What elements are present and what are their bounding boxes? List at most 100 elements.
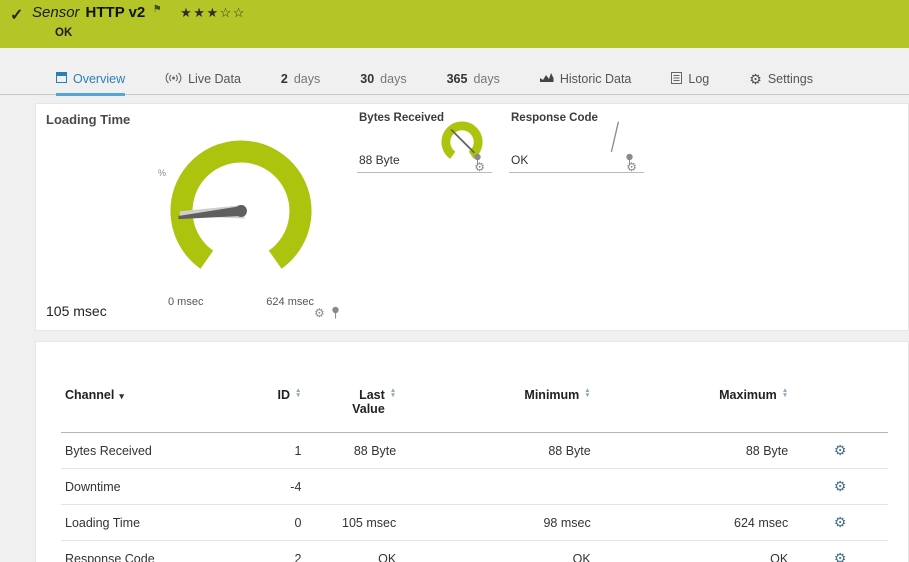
column-header-channel[interactable]: Channel▾	[61, 380, 246, 433]
gauge-footer-icons: ⚙	[474, 161, 490, 173]
channel-id: 1	[246, 433, 306, 469]
tab-historic-data[interactable]: Historic Data	[540, 64, 632, 94]
log-icon	[671, 72, 682, 87]
gauge-pin-icon[interactable]	[331, 306, 340, 319]
gauge-footer-icons: ⚙	[626, 161, 642, 173]
sensor-title-row: Sensor HTTP v2 ⚑ ★★★☆☆	[32, 4, 246, 22]
sort-icon: ▲▼	[782, 388, 788, 398]
sensor-title-prefix: Sensor	[32, 4, 80, 21]
channel-maximum	[595, 469, 793, 505]
channel-minimum: 98 msec	[400, 505, 595, 541]
tab-live-data[interactable]: Live Data	[165, 64, 241, 94]
table-header-row: Channel▾ ID ▲▼ Last Value ▲▼ Minimum ▲▼ Max…	[61, 380, 888, 433]
channels-table: Channel▾ ID ▲▼ Last Value ▲▼ Minimum ▲▼ Max…	[61, 380, 888, 562]
channel-settings-icon[interactable]: ⚙	[834, 550, 847, 562]
tab-365-days[interactable]: 365 days	[447, 64, 500, 94]
gauge-body: 88 Byte ⚙	[349, 124, 496, 170]
gauge-settings-icon[interactable]: ⚙	[314, 307, 325, 319]
gauge-body: OK ⚙	[501, 124, 648, 170]
status-ok-check-icon: ✓	[10, 5, 23, 25]
channel-last-value: 88 Byte	[305, 433, 400, 469]
loading-time-gauge	[156, 126, 326, 296]
channel-maximum: 624 msec	[595, 505, 793, 541]
column-header-id[interactable]: ID ▲▼	[246, 380, 306, 433]
column-header-maximum[interactable]: Maximum ▲▼	[595, 380, 793, 433]
sensor-header: ✓ Sensor HTTP v2 ⚑ ★★★☆☆ OK	[0, 0, 909, 48]
table-row: Downtime -4 ⚙	[61, 469, 888, 505]
column-header-actions	[792, 380, 888, 433]
channel-id: -4	[246, 469, 306, 505]
channel-last-value	[305, 469, 400, 505]
live-data-icon	[165, 72, 182, 87]
caret-down-icon: ▾	[119, 391, 124, 401]
channel-name[interactable]: Downtime	[61, 469, 246, 505]
tab-unit: days	[473, 72, 499, 86]
column-header-last-value[interactable]: Last Value ▲▼	[305, 380, 400, 433]
tab-overview[interactable]: Overview	[56, 64, 125, 96]
card-divider	[357, 172, 492, 173]
flag-icon[interactable]: ⚑	[153, 4, 162, 15]
bytes-received-value: 88 Byte	[359, 153, 400, 167]
channel-minimum: 88 Byte	[400, 433, 595, 469]
channel-last-value: 105 msec	[305, 505, 400, 541]
tab-number: 30	[360, 72, 374, 86]
channel-name[interactable]: Loading Time	[61, 505, 246, 541]
tab-settings[interactable]: ⚙ Settings	[749, 64, 813, 94]
sort-icon: ▲▼	[584, 388, 590, 398]
historic-data-icon	[540, 72, 554, 86]
tab-number: 2	[281, 72, 288, 86]
column-label: Minimum	[524, 388, 579, 402]
gauge-scale-min: 0 msec	[168, 296, 203, 308]
gauge-scale-max: 624 msec	[266, 296, 314, 308]
table-row: Response Code 2 OK OK OK ⚙	[61, 541, 888, 562]
column-label: Last Value	[345, 388, 385, 416]
tab-2-days[interactable]: 2 days	[281, 64, 320, 94]
channel-id: 0	[246, 505, 306, 541]
response-code-gauge-card: Response Code OK ⚙	[501, 112, 648, 173]
tab-bar: Overview Live Data 2 days 30 days 365 da…	[0, 64, 909, 95]
sort-icon: ▲▼	[295, 388, 301, 398]
column-header-minimum[interactable]: Minimum ▲▼	[400, 380, 595, 433]
channel-minimum: OK	[400, 541, 595, 562]
tab-label: Overview	[73, 72, 125, 86]
sensor-title: HTTP v2	[86, 4, 146, 21]
card-divider	[509, 172, 644, 173]
gauge-footer-icons: ⚙	[314, 306, 340, 319]
channel-last-value: OK	[305, 541, 400, 562]
settings-gear-icon: ⚙	[749, 72, 762, 86]
tab-label: Live Data	[188, 72, 241, 86]
sensor-status-badge: OK	[55, 27, 72, 39]
loading-time-value: 105 msec	[46, 303, 107, 319]
channel-id: 2	[246, 541, 306, 562]
table-row: Bytes Received 1 88 Byte 88 Byte 88 Byte…	[61, 433, 888, 469]
channel-settings-icon[interactable]: ⚙	[834, 514, 847, 530]
channel-minimum	[400, 469, 595, 505]
loading-time-gauge-section: Loading Time % 0 msec 624 msec 105 msec …	[36, 104, 381, 330]
channels-table-panel: Channel▾ ID ▲▼ Last Value ▲▼ Minimum ▲▼ Max…	[35, 341, 909, 562]
column-label: Maximum	[719, 388, 777, 402]
overview-icon	[56, 72, 67, 86]
gauge-scale: 0 msec 624 msec	[156, 296, 326, 308]
tab-30-days[interactable]: 30 days	[360, 64, 406, 94]
sort-icon: ▲▼	[390, 388, 396, 398]
tab-unit: days	[294, 72, 320, 86]
tab-log[interactable]: Log	[671, 64, 709, 94]
priority-stars[interactable]: ★★★☆☆	[180, 5, 246, 20]
response-code-value: OK	[511, 153, 528, 167]
tab-unit: days	[380, 72, 406, 86]
table-row: Loading Time 0 105 msec 98 msec 624 msec…	[61, 505, 888, 541]
channel-settings-icon[interactable]: ⚙	[834, 442, 847, 458]
tab-number: 365	[447, 72, 468, 86]
gauges-panel: Loading Time % 0 msec 624 msec 105 msec …	[35, 103, 909, 331]
tab-label: Log	[688, 72, 709, 86]
channel-maximum: OK	[595, 541, 793, 562]
channel-name[interactable]: Bytes Received	[61, 433, 246, 469]
channel-name[interactable]: Response Code	[61, 541, 246, 562]
column-label: ID	[277, 388, 290, 402]
gauge-axis-label: %	[158, 168, 166, 178]
channel-settings-icon[interactable]: ⚙	[834, 478, 847, 494]
tab-label: Settings	[768, 72, 813, 86]
tab-label: Historic Data	[560, 72, 632, 86]
channel-maximum: 88 Byte	[595, 433, 793, 469]
bytes-received-gauge-card: Bytes Received 88 Byte ⚙	[349, 112, 496, 173]
